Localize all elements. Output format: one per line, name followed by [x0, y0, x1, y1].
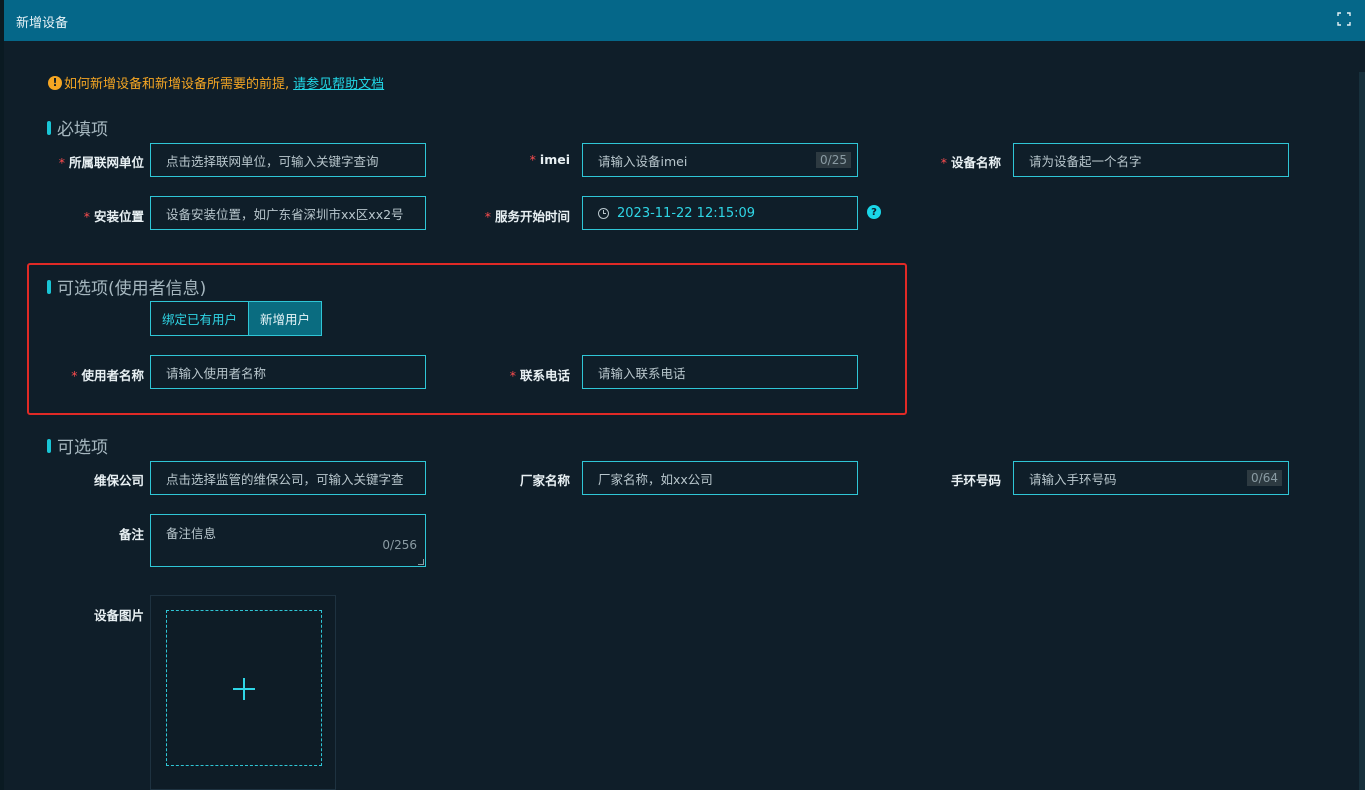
imei-label: * imei	[529, 152, 570, 167]
image-label: 设备图片	[93, 608, 144, 623]
phone-label: * 联系电话	[509, 368, 570, 383]
device-name-input[interactable]: 请为设备起一个名字	[1013, 143, 1289, 177]
device-name-label: * 设备名称	[940, 155, 1001, 170]
section-required: 必填项	[47, 115, 108, 140]
image-upload-button[interactable]	[166, 610, 322, 766]
section-required-title: 必填项	[57, 120, 108, 140]
fullscreen-icon[interactable]	[1337, 12, 1351, 26]
plus-icon	[243, 678, 245, 700]
section-marker	[47, 120, 51, 135]
remark-label: 备注	[118, 527, 144, 542]
imei-counter: 0/25	[816, 152, 851, 168]
image-upload-area	[150, 595, 336, 790]
remark-textarea[interactable]: 备注信息 0/256	[150, 514, 426, 567]
help-icon[interactable]: ?	[867, 205, 881, 219]
unit-select[interactable]: 点击选择联网单位，可输入关键字查询	[150, 143, 426, 177]
help-doc-link[interactable]: 请参见帮助文档	[293, 73, 384, 92]
company-select[interactable]: 点击选择监管的维保公司，可输入关键字查	[150, 461, 426, 495]
remark-placeholder: 备注信息	[166, 526, 217, 541]
start-time-picker[interactable]: 2023-11-22 12:15:09	[582, 196, 858, 230]
dialog-titlebar: 新增设备	[4, 0, 1365, 41]
section-optional: 可选项	[47, 433, 108, 458]
band-counter: 0/64	[1247, 470, 1282, 486]
location-input[interactable]: 设备安装位置，如广东省深圳市xx区xx2号	[150, 196, 426, 230]
remark-counter: 0/256	[382, 538, 417, 552]
dialog-title: 新增设备	[16, 16, 69, 31]
add-device-dialog: 新增设备 ! 如何新增设备和新增设备所需要的前提, 请参见帮助文档 必填项 * 所…	[4, 0, 1365, 790]
help-tip: ! 如何新增设备和新增设备所需要的前提, 请参见帮助文档	[48, 73, 384, 92]
clock-icon	[598, 207, 609, 219]
company-label: 维保公司	[93, 473, 144, 488]
scrollbar[interactable]	[1359, 72, 1365, 790]
section-user-info: 可选项(使用者信息)	[47, 274, 206, 299]
section-optional-title: 可选项	[57, 438, 108, 458]
section-marker	[47, 438, 51, 453]
username-input[interactable]: 请输入使用者名称	[150, 355, 426, 389]
imei-input[interactable]: 请输入设备imei 0/25	[582, 143, 858, 177]
section-marker	[47, 279, 51, 294]
location-label: * 安装位置	[83, 209, 144, 224]
new-user-button[interactable]: 新增用户	[248, 302, 322, 335]
section-user-title: 可选项(使用者信息)	[57, 279, 207, 299]
band-label: 手环号码	[950, 473, 1001, 488]
user-mode-toggle: 绑定已有用户 新增用户	[150, 301, 323, 336]
vendor-label: 厂家名称	[519, 473, 570, 488]
bind-existing-user-button[interactable]: 绑定已有用户	[151, 302, 249, 335]
warning-icon: !	[48, 75, 62, 90]
vendor-input[interactable]: 厂家名称，如xx公司	[582, 461, 858, 495]
username-label: * 使用者名称	[71, 368, 144, 383]
phone-input[interactable]: 请输入联系电话	[582, 355, 858, 389]
resize-handle[interactable]	[418, 559, 424, 565]
unit-label: * 所属联网单位	[58, 155, 144, 170]
tip-text: 如何新增设备和新增设备所需要的前提,	[64, 77, 290, 92]
start-time-label: * 服务开始时间	[484, 209, 570, 224]
band-input[interactable]: 请输入手环号码 0/64	[1013, 461, 1289, 495]
